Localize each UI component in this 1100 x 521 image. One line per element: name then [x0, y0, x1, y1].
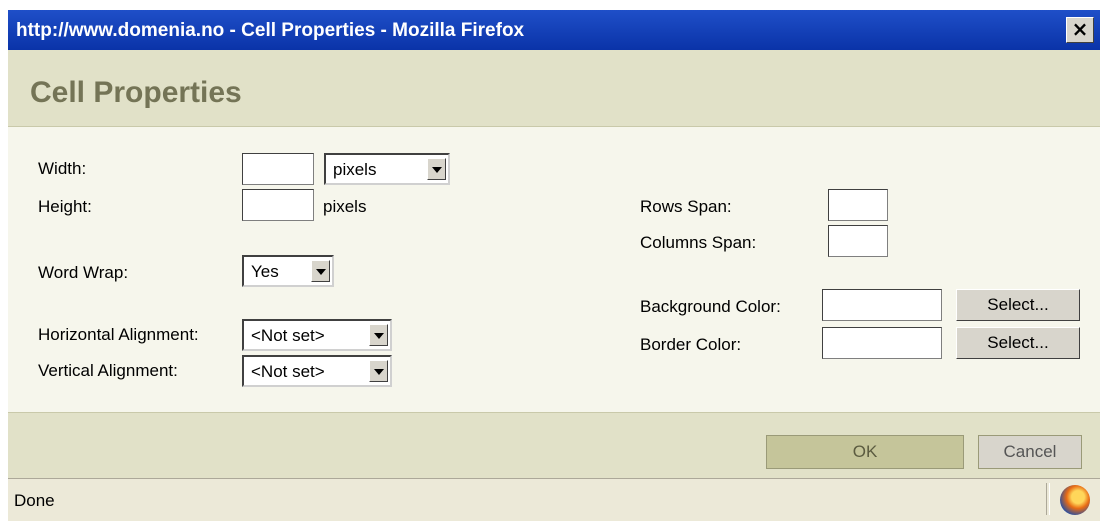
rows-span-input[interactable]: [828, 189, 888, 221]
horizontal-alignment-select[interactable]: <Not set>: [242, 319, 392, 351]
dialog-title: Cell Properties: [30, 76, 242, 109]
width-unit-select[interactable]: pixels: [324, 153, 450, 185]
close-icon: ×: [1071, 17, 1089, 41]
window-title: http://www.domenia.no - Cell Properties …: [16, 20, 525, 41]
vertical-alignment-label: Vertical Alignment:: [38, 361, 178, 380]
width-input[interactable]: [242, 153, 314, 185]
popup-window: http://www.domenia.no - Cell Properties …: [8, 10, 1100, 521]
dialog-content: Width: pixels Height: pixels Word Wrap: …: [8, 127, 1100, 427]
background-color-input[interactable]: [822, 289, 942, 321]
columns-span-label: Columns Span:: [640, 233, 757, 252]
chevron-down-icon[interactable]: [311, 260, 330, 282]
height-label: Height:: [38, 197, 92, 216]
chevron-down-icon[interactable]: [369, 324, 388, 346]
horizontal-alignment-label: Horizontal Alignment:: [38, 325, 199, 344]
word-wrap-value: Yes: [251, 262, 279, 281]
vertical-alignment-value: <Not set>: [251, 362, 325, 381]
chevron-down-icon[interactable]: [427, 158, 446, 180]
border-color-select-button[interactable]: Select...: [956, 327, 1080, 359]
firefox-icon: [1060, 485, 1090, 515]
width-label: Width:: [38, 159, 87, 178]
vertical-alignment-select[interactable]: <Not set>: [242, 355, 392, 387]
word-wrap-select[interactable]: Yes: [242, 255, 334, 287]
height-input[interactable]: [242, 189, 314, 221]
border-color-label: Border Color:: [640, 335, 742, 354]
background-color-label: Background Color:: [640, 297, 781, 316]
ok-button[interactable]: OK: [766, 435, 964, 469]
close-window-button[interactable]: ×: [1066, 17, 1094, 43]
columns-span-input[interactable]: [828, 225, 888, 257]
status-text: Done: [14, 491, 55, 510]
word-wrap-label: Word Wrap:: [38, 263, 129, 282]
height-unit-label: pixels: [323, 197, 367, 216]
dialog-footer: OK Cancel: [8, 412, 1100, 479]
window-titlebar: http://www.domenia.no - Cell Properties …: [8, 10, 1100, 50]
dialog-header: Cell Properties: [8, 50, 1100, 127]
background-color-select-button[interactable]: Select...: [956, 289, 1080, 321]
horizontal-alignment-value: <Not set>: [251, 326, 325, 345]
chevron-down-icon[interactable]: [369, 360, 388, 382]
border-color-input[interactable]: [822, 327, 942, 359]
status-bar: Done: [8, 478, 1100, 521]
cancel-button[interactable]: Cancel: [978, 435, 1082, 469]
status-divider: [1046, 483, 1050, 515]
rows-span-label: Rows Span:: [640, 197, 732, 216]
width-unit-value: pixels: [333, 160, 377, 179]
